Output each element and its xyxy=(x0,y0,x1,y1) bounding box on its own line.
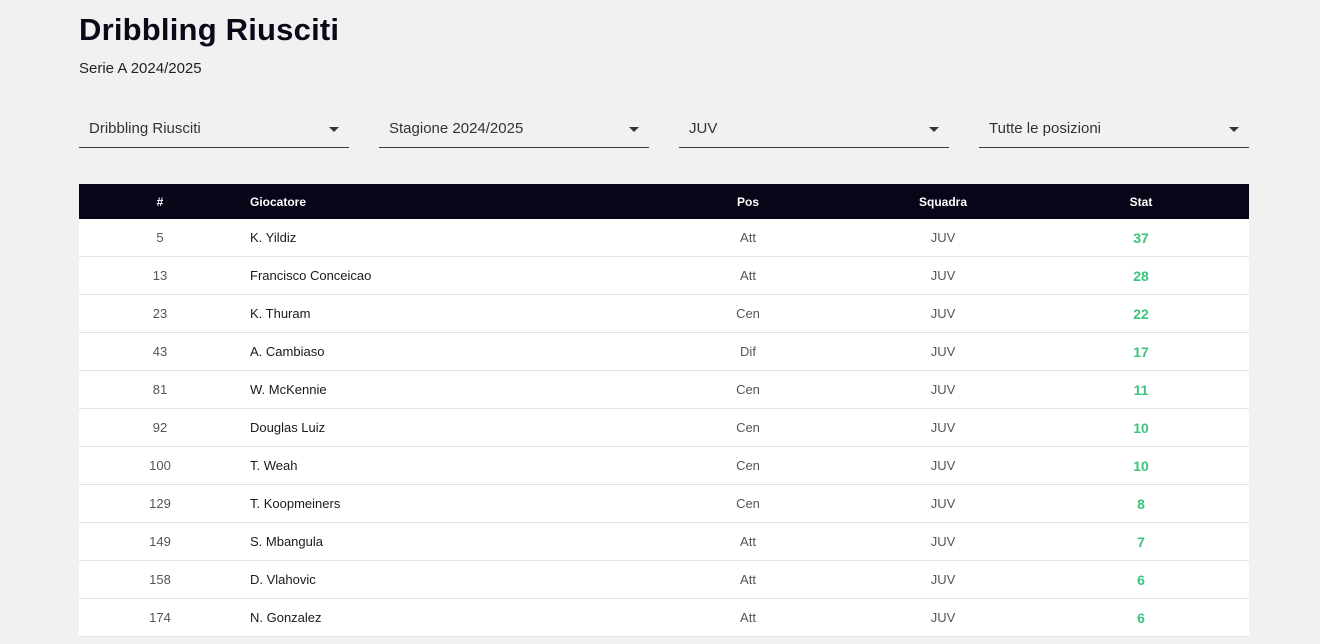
player-name-cell[interactable]: Douglas Luiz xyxy=(241,408,643,447)
rank-cell: 129 xyxy=(79,484,241,523)
stat-select[interactable]: Dribbling Riusciti xyxy=(79,110,349,148)
page-subtitle: Serie A 2024/2025 xyxy=(79,60,202,77)
table-row[interactable]: 129 T. Koopmeiners Cen JUV 8 xyxy=(79,484,1249,523)
rank-cell: 158 xyxy=(79,560,241,599)
rank-cell: 81 xyxy=(79,370,241,409)
position-cell: Cen xyxy=(643,370,853,409)
caret-down-icon xyxy=(929,127,939,132)
table-header-row: # Giocatore Pos Squadra Stat xyxy=(79,184,1249,219)
table-row[interactable]: 158 D. Vlahovic Att JUV 6 xyxy=(79,560,1249,599)
table-row[interactable]: 81 W. McKennie Cen JUV 11 xyxy=(79,370,1249,409)
caret-down-icon xyxy=(629,127,639,132)
player-name-cell[interactable]: N. Gonzalez xyxy=(241,598,643,637)
table-row[interactable]: 5 K. Yildiz Att JUV 37 xyxy=(79,219,1249,257)
team-select[interactable]: JUV xyxy=(679,110,949,148)
position-select-value: Tutte le posizioni xyxy=(989,120,1102,137)
stat-select-value: Dribbling Riusciti xyxy=(89,120,201,137)
stat-value-cell: 28 xyxy=(1033,256,1249,295)
position-cell: Cen xyxy=(643,484,853,523)
team-cell: JUV xyxy=(853,560,1033,599)
stat-value-cell: 8 xyxy=(1033,484,1249,523)
stat-value-cell: 7 xyxy=(1033,522,1249,561)
position-cell: Cen xyxy=(643,446,853,485)
season-select[interactable]: Stagione 2024/2025 xyxy=(379,110,649,148)
stat-value-cell: 6 xyxy=(1033,598,1249,637)
player-name-cell[interactable]: T. Koopmeiners xyxy=(241,484,643,523)
rank-cell: 174 xyxy=(79,598,241,637)
position-cell: Att xyxy=(643,256,853,295)
rank-cell: 43 xyxy=(79,332,241,371)
team-cell: JUV xyxy=(853,598,1033,637)
table-row[interactable]: 149 S. Mbangula Att JUV 7 xyxy=(79,522,1249,561)
rank-cell: 5 xyxy=(79,219,241,257)
rank-cell: 149 xyxy=(79,522,241,561)
position-cell: Att xyxy=(643,219,853,257)
team-select-value: JUV xyxy=(689,120,718,137)
table-row[interactable]: 92 Douglas Luiz Cen JUV 10 xyxy=(79,408,1249,447)
column-header-player[interactable]: Giocatore xyxy=(241,184,643,219)
stat-value-cell: 6 xyxy=(1033,560,1249,599)
position-cell: Att xyxy=(643,522,853,561)
team-cell: JUV xyxy=(853,446,1033,485)
rank-cell: 23 xyxy=(79,294,241,333)
team-cell: JUV xyxy=(853,484,1033,523)
season-select-value: Stagione 2024/2025 xyxy=(389,120,524,137)
player-name-cell[interactable]: T. Weah xyxy=(241,446,643,485)
stat-value-cell: 10 xyxy=(1033,446,1249,485)
player-name-cell[interactable]: K. Yildiz xyxy=(241,219,643,257)
page: Dribbling Riusciti Serie A 2024/2025 Dri… xyxy=(0,0,1320,644)
rank-cell: 92 xyxy=(79,408,241,447)
caret-down-icon xyxy=(329,127,339,132)
page-title: Dribbling Riusciti xyxy=(79,12,340,47)
stat-value-cell: 10 xyxy=(1033,408,1249,447)
position-cell: Cen xyxy=(643,408,853,447)
player-name-cell[interactable]: S. Mbangula xyxy=(241,522,643,561)
player-name-cell[interactable]: Francisco Conceicao xyxy=(241,256,643,295)
team-cell: JUV xyxy=(853,332,1033,371)
position-select[interactable]: Tutte le posizioni xyxy=(979,110,1249,148)
stat-value-cell: 22 xyxy=(1033,294,1249,333)
stat-value-cell: 11 xyxy=(1033,370,1249,409)
table-row[interactable]: 174 N. Gonzalez Att JUV 6 xyxy=(79,598,1249,637)
rank-cell: 100 xyxy=(79,446,241,485)
team-cell: JUV xyxy=(853,256,1033,295)
column-header-team[interactable]: Squadra xyxy=(853,184,1033,219)
table-row[interactable]: 100 T. Weah Cen JUV 10 xyxy=(79,446,1249,485)
position-cell: Dif xyxy=(643,332,853,371)
table-row[interactable]: 13 Francisco Conceicao Att JUV 28 xyxy=(79,256,1249,295)
stats-table: # Giocatore Pos Squadra Stat 5 K. Yildiz A… xyxy=(79,184,1249,637)
stat-value-cell: 17 xyxy=(1033,332,1249,371)
player-name-cell[interactable]: K. Thuram xyxy=(241,294,643,333)
team-cell: JUV xyxy=(853,522,1033,561)
player-name-cell[interactable]: W. McKennie xyxy=(241,370,643,409)
stat-value-cell: 37 xyxy=(1033,219,1249,257)
filter-bar: Dribbling Riusciti Stagione 2024/2025 JU… xyxy=(79,110,1249,150)
position-cell: Cen xyxy=(643,294,853,333)
team-cell: JUV xyxy=(853,408,1033,447)
player-name-cell[interactable]: A. Cambiaso xyxy=(241,332,643,371)
caret-down-icon xyxy=(1229,127,1239,132)
position-cell: Att xyxy=(643,560,853,599)
table-row[interactable]: 23 K. Thuram Cen JUV 22 xyxy=(79,294,1249,333)
table-row[interactable]: 43 A. Cambiaso Dif JUV 17 xyxy=(79,332,1249,371)
team-cell: JUV xyxy=(853,370,1033,409)
table-body: 5 K. Yildiz Att JUV 37 13 Francisco Conceicao A… xyxy=(79,219,1249,637)
position-cell: Att xyxy=(643,598,853,637)
rank-cell: 13 xyxy=(79,256,241,295)
player-name-cell[interactable]: D. Vlahovic xyxy=(241,560,643,599)
team-cell: JUV xyxy=(853,294,1033,333)
column-header-stat[interactable]: Stat xyxy=(1033,184,1249,219)
column-header-rank[interactable]: # xyxy=(79,184,241,219)
team-cell: JUV xyxy=(853,219,1033,257)
column-header-position[interactable]: Pos xyxy=(643,184,853,219)
